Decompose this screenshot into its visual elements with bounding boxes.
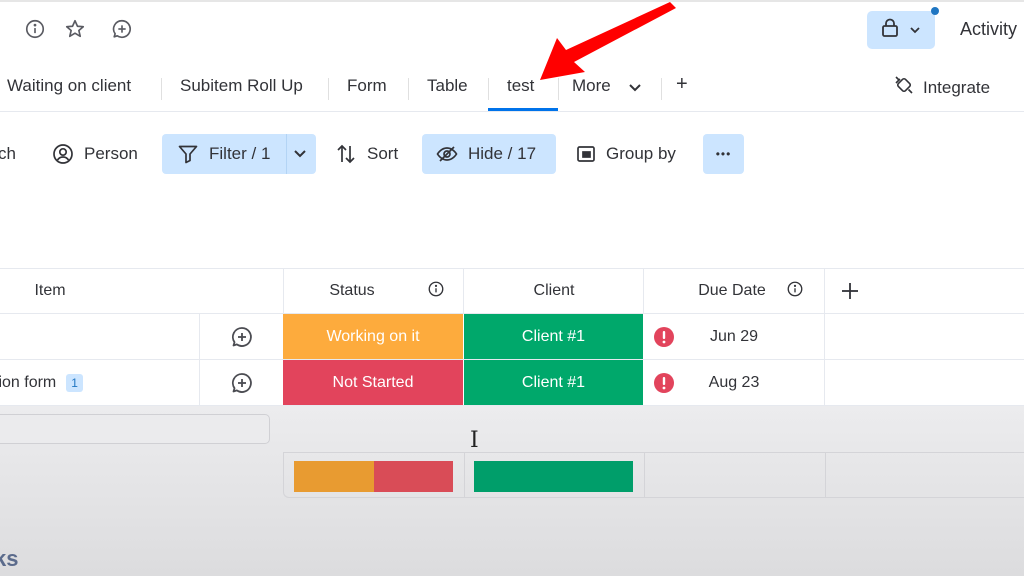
divider: [825, 453, 826, 497]
more-actions-button[interactable]: •••: [703, 134, 744, 174]
filter-dropdown-button[interactable]: [293, 134, 307, 174]
tab-divider: [558, 78, 559, 100]
search-label: ch: [0, 144, 16, 163]
tab-more[interactable]: More: [572, 76, 611, 96]
summary-segment: [474, 461, 633, 492]
person-label: Person: [84, 144, 138, 163]
add-update-button[interactable]: [200, 314, 283, 359]
group-by-button[interactable]: Group by: [576, 134, 676, 174]
status-header-label: Status: [329, 282, 375, 299]
tab-divider: [161, 78, 162, 100]
add-view-button[interactable]: +: [676, 73, 688, 96]
info-icon[interactable]: [786, 280, 804, 303]
star-icon[interactable]: [64, 18, 86, 40]
search-button[interactable]: ch: [0, 134, 16, 174]
plug-icon: [893, 74, 915, 101]
column-header-item[interactable]: Item: [0, 269, 100, 313]
integrate-label: Integrate: [923, 77, 991, 97]
client-cell[interactable]: Client #1: [464, 314, 643, 359]
hide-label: Hide / 17: [468, 144, 537, 163]
notification-dot: [931, 7, 939, 15]
tab-form[interactable]: Form: [347, 76, 387, 96]
person-icon: [52, 143, 74, 165]
add-update-icon: [231, 372, 252, 393]
column-header-status[interactable]: Status: [284, 269, 464, 313]
tab-table[interactable]: Table: [427, 76, 468, 96]
info-icon[interactable]: [24, 18, 46, 40]
summary-row: [283, 452, 1024, 498]
tab-divider: [488, 78, 489, 100]
sort-label: Sort: [367, 144, 399, 163]
chevron-down-icon[interactable]: [628, 80, 642, 98]
status-cell[interactable]: Not Started: [283, 360, 463, 405]
add-update-button[interactable]: [200, 360, 283, 405]
view-tabs: Waiting on client Subitem Roll Up Form T…: [0, 66, 1024, 112]
tab-waiting-on-client[interactable]: Waiting on client: [7, 76, 131, 96]
due-date-header-label: Due Date: [698, 282, 766, 299]
filter-button[interactable]: Filter / 1: [177, 134, 270, 174]
more-dots-icon: •••: [715, 147, 732, 161]
divider: [824, 360, 825, 405]
overdue-alert-icon: [653, 372, 675, 399]
column-header-due-date[interactable]: Due Date: [644, 269, 824, 313]
item-name-cell[interactable]: tion form 1: [0, 360, 199, 405]
due-date-cell[interactable]: Jun 29: [644, 314, 824, 359]
overdue-alert-icon: [653, 326, 675, 353]
chevron-down-icon: [293, 149, 307, 159]
filter-label: Filter / 1: [209, 144, 271, 163]
table-row[interactable]: Working on it Client #1 Jun 29: [0, 314, 1024, 360]
status-cell[interactable]: Working on it: [283, 314, 463, 359]
person-filter-button[interactable]: Person: [52, 134, 138, 174]
integrate-button[interactable]: Integrate: [893, 74, 990, 101]
add-column-button[interactable]: [836, 269, 864, 313]
active-tab-indicator: [488, 108, 558, 111]
group-by-label: Group by: [606, 144, 676, 163]
tab-divider: [661, 78, 662, 100]
sort-button[interactable]: Sort: [335, 134, 398, 174]
due-date-cell[interactable]: Aug 23: [644, 360, 824, 405]
group-by-icon: [576, 145, 596, 163]
group-title[interactable]: ks: [0, 546, 18, 572]
summary-segment: [294, 461, 374, 492]
summary-segment: [373, 461, 453, 492]
top-border: [0, 0, 1024, 2]
hide-columns-button[interactable]: Hide / 17: [422, 134, 556, 174]
divider: [824, 269, 825, 313]
add-update-icon: [231, 326, 252, 347]
due-date-value: Aug 23: [708, 373, 760, 391]
board-permissions-button[interactable]: [867, 7, 939, 49]
table-row[interactable]: tion form 1 Not Started Client #1 Aug 23: [0, 360, 1024, 406]
divider: [644, 453, 645, 497]
filter-icon: [177, 143, 199, 165]
item-name-cell[interactable]: [0, 314, 199, 359]
info-icon[interactable]: [427, 280, 445, 303]
subitem-count-badge[interactable]: 1: [66, 373, 83, 392]
lock-icon: [881, 18, 899, 43]
add-item-input[interactable]: [0, 414, 270, 444]
tab-subitem-roll-up[interactable]: Subitem Roll Up: [180, 76, 303, 96]
divider: [286, 134, 287, 174]
item-name: tion form: [0, 373, 57, 391]
column-header-client[interactable]: Client: [464, 269, 644, 313]
due-date-value: Jun 29: [709, 327, 759, 345]
eye-off-icon: [436, 145, 458, 163]
add-update-icon[interactable]: [111, 18, 133, 40]
tab-divider: [328, 78, 329, 100]
client-cell[interactable]: Client #1: [464, 360, 643, 405]
table-header-row: Item Status Client Due Date: [0, 268, 1024, 314]
activity-button[interactable]: Activity: [960, 19, 1017, 40]
sort-icon: [335, 143, 357, 165]
divider: [824, 314, 825, 359]
tab-test[interactable]: test: [507, 76, 534, 96]
divider: [464, 453, 465, 497]
tab-divider: [408, 78, 409, 100]
text-cursor-icon: I: [470, 428, 479, 453]
chevron-down-icon: [909, 21, 921, 39]
